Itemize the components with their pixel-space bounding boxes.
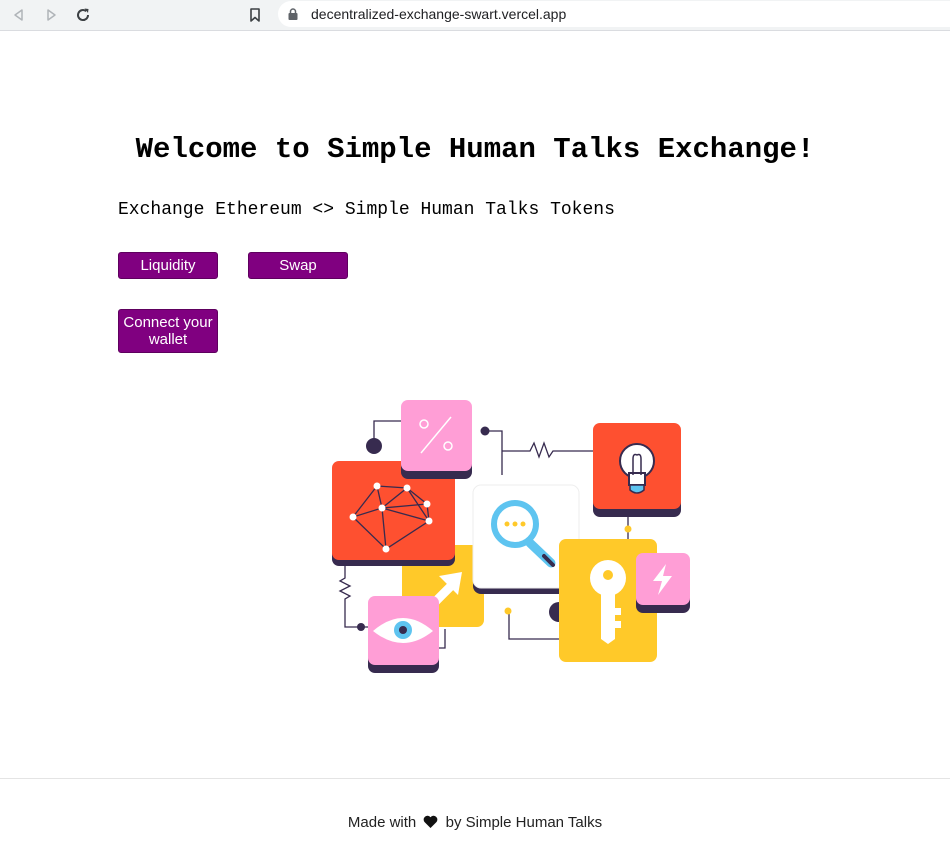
- footer: Made with by Simple Human Talks: [0, 814, 950, 831]
- browser-toolbar: decentralized-exchange-swart.vercel.app: [0, 0, 950, 31]
- footer-suffix: by Simple Human Talks: [445, 814, 603, 831]
- exchange-illustration: [332, 400, 690, 673]
- footer-prefix: Made with: [347, 814, 417, 831]
- bookmark-button[interactable]: [244, 4, 266, 26]
- node-dot: [366, 438, 382, 454]
- forward-button[interactable]: [40, 4, 62, 26]
- url-text[interactable]: decentralized-exchange-swart.vercel.app: [311, 6, 566, 22]
- forward-arrow-icon: [47, 9, 56, 21]
- liquidity-button[interactable]: Liquidity: [118, 252, 218, 279]
- lightbulb-card: [593, 423, 681, 517]
- node-dot: [504, 607, 512, 615]
- percent-card: [401, 400, 472, 479]
- back-arrow-icon: [14, 9, 23, 21]
- page-subtitle: Exchange Ethereum <> Simple Human Talks …: [118, 200, 615, 220]
- node-dot: [357, 623, 365, 631]
- footer-divider: [0, 778, 950, 779]
- bookmark-icon: [250, 8, 260, 22]
- swap-button[interactable]: Swap: [248, 252, 348, 279]
- node-dot: [480, 426, 490, 436]
- reload-button[interactable]: [72, 4, 94, 26]
- lock-icon: [288, 8, 298, 20]
- reload-icon: [77, 8, 90, 21]
- back-button[interactable]: [8, 4, 30, 26]
- connect-wallet-button[interactable]: Connect your wallet: [118, 309, 218, 353]
- page-title: Welcome to Simple Human Talks Exchange!: [135, 133, 815, 166]
- eye-card: [368, 596, 439, 673]
- heart-icon: [424, 815, 438, 828]
- node-dot: [624, 525, 632, 533]
- lightning-card: [636, 553, 690, 613]
